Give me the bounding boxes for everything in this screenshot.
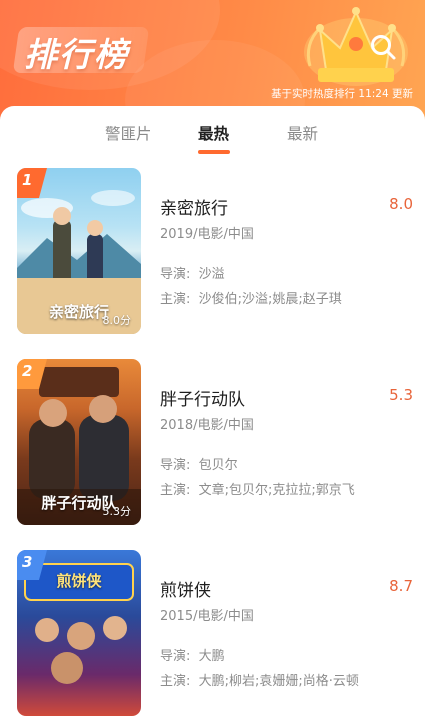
poster-score: 8.0分 [102,314,132,327]
tab-hottest[interactable]: 最热 [198,122,229,144]
director-line: 导演: 包贝尔 [160,454,238,473]
director-label: 导演: [160,649,191,664]
movie-title: 煎饼侠 [160,581,211,601]
active-tab-indicator [198,150,230,154]
tab-latest[interactable]: 最新 [287,122,318,144]
movie-meta: 2015/电影/中国 [160,609,254,624]
header-banner: 排行榜 基于实时热度排行 11:24 更新 [0,0,425,122]
director-name: 大鹏 [198,649,225,664]
movie-score: 5.3 [389,386,413,404]
cast-names: 大鹏;柳岩;袁姗姗;尚格·云顿 [198,674,359,689]
cast-line: 主演: 沙俊伯;沙溢;姚晨;赵子琪 [160,288,342,307]
cast-line: 主演: 文章;包贝尔;克拉拉;郭京飞 [160,479,355,498]
cast-label: 主演: [160,674,191,689]
director-label: 导演: [160,458,191,473]
list-item[interactable]: 1 亲密旅行 8.0分 亲密旅行 8.0 2019/电影/中国 导演: 沙溢 主… [0,168,425,338]
cast-names: 沙俊伯;沙溢;姚晨;赵子琪 [198,292,342,307]
director-line: 导演: 大鹏 [160,645,225,664]
search-icon[interactable] [368,32,398,62]
list-item[interactable]: 3 煎饼侠 煎饼侠 8.7 2015/电影/中国 导演: 大鹏 主演: 大鹏;柳… [0,550,425,720]
cast-names: 文章;包贝尔;克拉拉;郭京飞 [198,483,355,498]
poster-image: 3 煎饼侠 [17,550,141,716]
rank-badge: 1 [17,168,47,198]
tab-police[interactable]: 警匪片 [105,122,152,144]
poster-score: 5.3分 [102,505,132,518]
cast-label: 主演: [160,292,191,307]
movie-title: 亲密旅行 [160,199,228,219]
page-title: 排行榜 [24,35,129,74]
cast-label: 主演: [160,483,191,498]
poster-image: 1 亲密旅行 8.0分 [17,168,141,334]
director-line: 导演: 沙溢 [160,263,225,282]
movie-title: 胖子行动队 [160,390,245,410]
director-name: 沙溢 [198,267,225,282]
director-label: 导演: [160,267,191,282]
movie-score: 8.7 [389,577,413,595]
movie-meta: 2019/电影/中国 [160,227,254,242]
movie-score: 8.0 [389,195,413,213]
update-time-text: 基于实时热度排行 11:24 更新 [271,88,413,100]
poster-caption: 煎饼侠 [56,572,102,590]
poster-image: 2 胖子行动队 5.3分 [17,359,141,525]
rank-badge: 2 [17,359,47,389]
director-name: 包贝尔 [198,458,238,473]
movie-meta: 2018/电影/中国 [160,418,254,433]
list-item[interactable]: 2 胖子行动队 5.3分 胖子行动队 5.3 2018/电影/中国 导演: 包贝… [0,359,425,529]
